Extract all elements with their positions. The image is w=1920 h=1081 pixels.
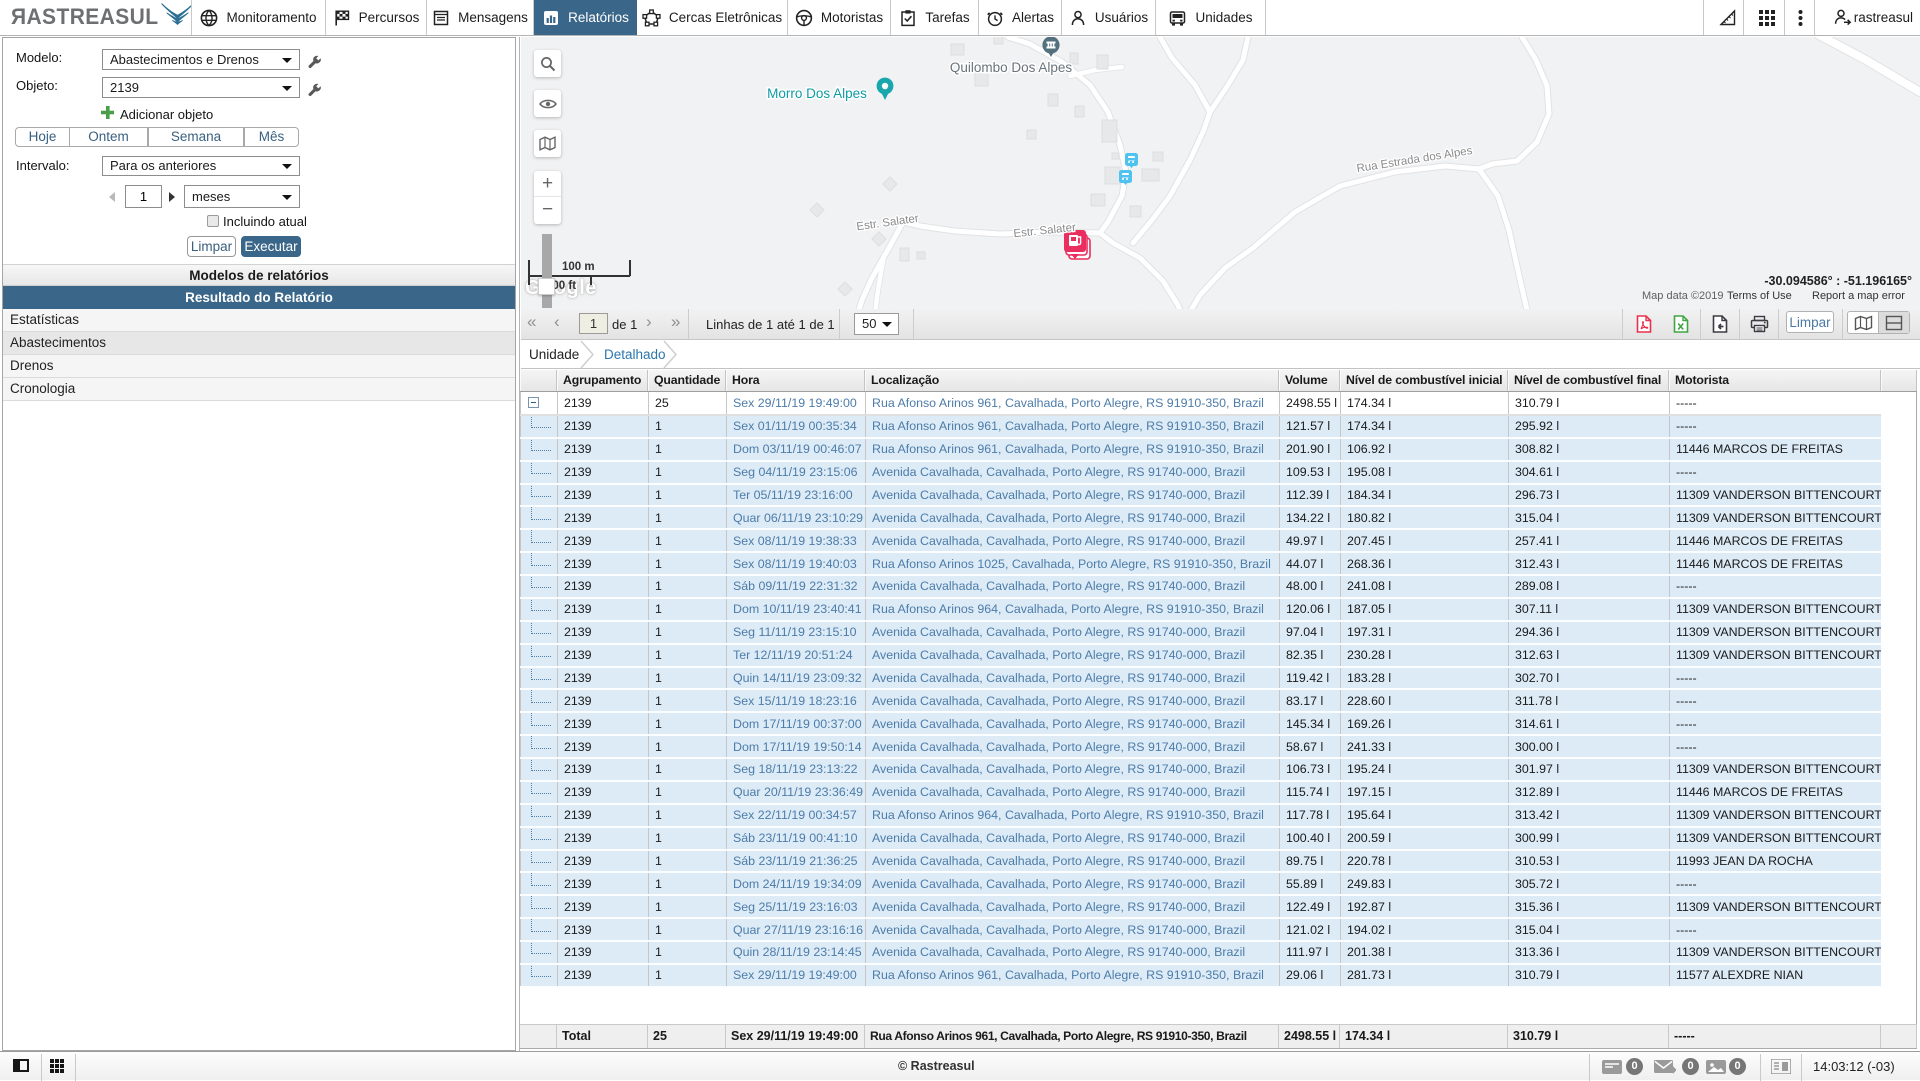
svg-text:Quilombo Dos Alpes: Quilombo Dos Alpes <box>950 60 1073 75</box>
svg-text:Morro Dos Alpes: Morro Dos Alpes <box>767 86 867 101</box>
